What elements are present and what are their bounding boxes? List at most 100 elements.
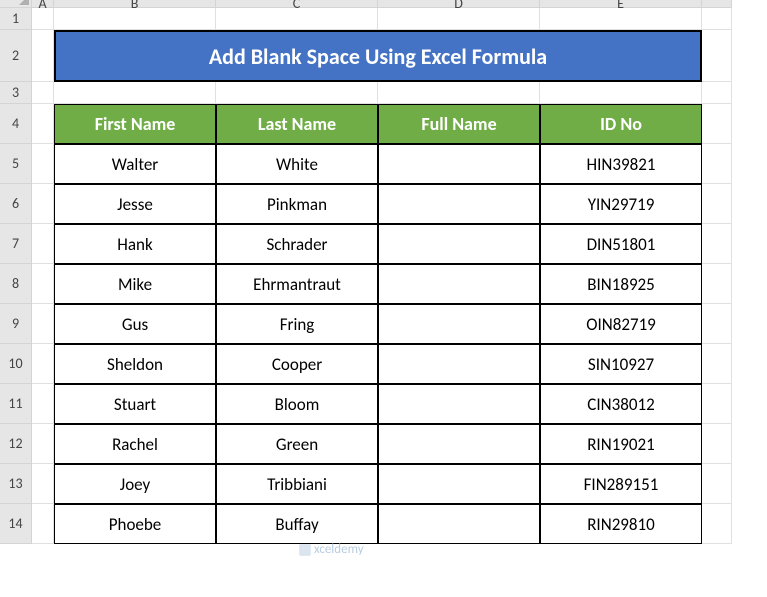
cell-f14[interactable] [702, 504, 732, 544]
cell-e1[interactable] [540, 8, 702, 30]
cell-full-11[interactable] [378, 384, 540, 424]
col-header-extra[interactable] [702, 0, 732, 8]
cell-a9[interactable] [32, 304, 54, 344]
cell-last-14[interactable]: Buffay [216, 504, 378, 544]
cell-first-6[interactable]: Jesse [54, 184, 216, 224]
cell-id-6[interactable]: YIN29719 [540, 184, 702, 224]
row-header-9[interactable]: 9 [0, 304, 32, 344]
cell-f3[interactable] [702, 82, 732, 104]
cell-last-10[interactable]: Cooper [216, 344, 378, 384]
row-header-7[interactable]: 7 [0, 224, 32, 264]
cell-f2[interactable] [702, 30, 732, 82]
row-header-13[interactable]: 13 [0, 464, 32, 504]
cell-last-8[interactable]: Ehrmantraut [216, 264, 378, 304]
cell-first-7[interactable]: Hank [54, 224, 216, 264]
cell-a4[interactable] [32, 104, 54, 144]
header-last-name[interactable]: Last Name [216, 104, 378, 144]
cell-a6[interactable] [32, 184, 54, 224]
cell-a5[interactable] [32, 144, 54, 184]
col-header-a[interactable]: A [32, 0, 54, 8]
cell-e3[interactable] [540, 82, 702, 104]
cell-c3[interactable] [216, 82, 378, 104]
row-header-1[interactable]: 1 [0, 8, 32, 30]
cell-a11[interactable] [32, 384, 54, 424]
cell-a3[interactable] [32, 82, 54, 104]
cell-f5[interactable] [702, 144, 732, 184]
cell-full-7[interactable] [378, 224, 540, 264]
cell-last-13[interactable]: Tribbiani [216, 464, 378, 504]
cell-a8[interactable] [32, 264, 54, 304]
cell-id-11[interactable]: CIN38012 [540, 384, 702, 424]
cell-full-13[interactable] [378, 464, 540, 504]
cell-d3[interactable] [378, 82, 540, 104]
cell-d1[interactable] [378, 8, 540, 30]
cell-a13[interactable] [32, 464, 54, 504]
row-header-8[interactable]: 8 [0, 264, 32, 304]
col-header-b[interactable]: B [54, 0, 216, 8]
cell-a1[interactable] [32, 8, 54, 30]
cell-a2[interactable] [32, 30, 54, 82]
cell-last-9[interactable]: Fring [216, 304, 378, 344]
cell-id-7[interactable]: DIN51801 [540, 224, 702, 264]
header-full-name[interactable]: Full Name [378, 104, 540, 144]
cell-f12[interactable] [702, 424, 732, 464]
cell-id-13[interactable]: FIN289151 [540, 464, 702, 504]
cell-first-9[interactable]: Gus [54, 304, 216, 344]
cell-a14[interactable] [32, 504, 54, 544]
cell-f8[interactable] [702, 264, 732, 304]
select-all-corner[interactable] [0, 0, 32, 8]
cell-first-10[interactable]: Sheldon [54, 344, 216, 384]
header-id-no[interactable]: ID No [540, 104, 702, 144]
cell-c1[interactable] [216, 8, 378, 30]
cell-f6[interactable] [702, 184, 732, 224]
cell-full-14[interactable] [378, 504, 540, 544]
row-header-14[interactable]: 14 [0, 504, 32, 544]
cell-f11[interactable] [702, 384, 732, 424]
cell-b1[interactable] [54, 8, 216, 30]
cell-full-10[interactable] [378, 344, 540, 384]
cell-first-14[interactable]: Phoebe [54, 504, 216, 544]
cell-f13[interactable] [702, 464, 732, 504]
cell-f9[interactable] [702, 304, 732, 344]
cell-full-5[interactable] [378, 144, 540, 184]
col-header-d[interactable]: D [378, 0, 540, 8]
title-cell[interactable]: Add Blank Space Using Excel Formula [54, 30, 702, 82]
row-header-2[interactable]: 2 [0, 30, 32, 82]
row-header-11[interactable]: 11 [0, 384, 32, 424]
cell-f7[interactable] [702, 224, 732, 264]
cell-a7[interactable] [32, 224, 54, 264]
row-header-6[interactable]: 6 [0, 184, 32, 224]
cell-f1[interactable] [702, 8, 732, 30]
cell-f4[interactable] [702, 104, 732, 144]
cell-last-7[interactable]: Schrader [216, 224, 378, 264]
row-header-5[interactable]: 5 [0, 144, 32, 184]
cell-first-5[interactable]: Walter [54, 144, 216, 184]
row-header-3[interactable]: 3 [0, 82, 32, 104]
row-header-12[interactable]: 12 [0, 424, 32, 464]
cell-b3[interactable] [54, 82, 216, 104]
cell-f10[interactable] [702, 344, 732, 384]
cell-last-12[interactable]: Green [216, 424, 378, 464]
header-first-name[interactable]: First Name [54, 104, 216, 144]
col-header-c[interactable]: C [216, 0, 378, 8]
cell-full-8[interactable] [378, 264, 540, 304]
cell-first-11[interactable]: Stuart [54, 384, 216, 424]
cell-last-6[interactable]: Pinkman [216, 184, 378, 224]
cell-full-12[interactable] [378, 424, 540, 464]
cell-id-9[interactable]: OIN82719 [540, 304, 702, 344]
cell-id-14[interactable]: RIN29810 [540, 504, 702, 544]
cell-first-13[interactable]: Joey [54, 464, 216, 504]
cell-id-12[interactable]: RIN19021 [540, 424, 702, 464]
cell-id-8[interactable]: BIN18925 [540, 264, 702, 304]
cell-id-5[interactable]: HIN39821 [540, 144, 702, 184]
cell-full-9[interactable] [378, 304, 540, 344]
cell-last-5[interactable]: White [216, 144, 378, 184]
cell-a12[interactable] [32, 424, 54, 464]
cell-last-11[interactable]: Bloom [216, 384, 378, 424]
row-header-4[interactable]: 4 [0, 104, 32, 144]
cell-first-12[interactable]: Rachel [54, 424, 216, 464]
cell-id-10[interactable]: SIN10927 [540, 344, 702, 384]
cell-a10[interactable] [32, 344, 54, 384]
cell-first-8[interactable]: Mike [54, 264, 216, 304]
cell-full-6[interactable] [378, 184, 540, 224]
